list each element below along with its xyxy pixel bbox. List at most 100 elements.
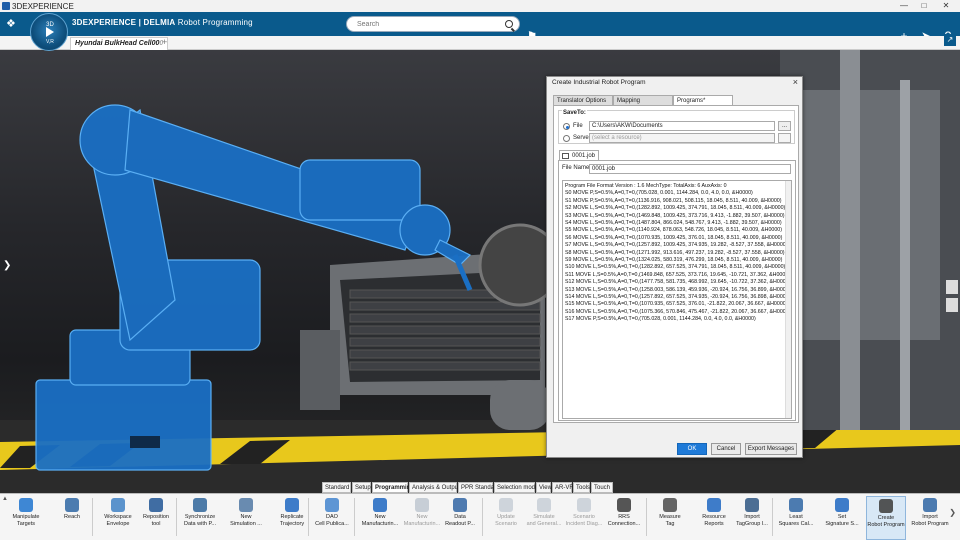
dialog-close-icon[interactable]: × xyxy=(793,77,798,87)
program-text-area[interactable]: Program File Format Version : 1.6 MechTy… xyxy=(562,180,792,419)
toolbar-more-icon[interactable]: ❯ xyxy=(949,508,956,517)
new-tab-icon[interactable]: + xyxy=(162,36,167,49)
search-box[interactable] xyxy=(346,16,520,32)
tool-update-scenario[interactable]: Update Scenario xyxy=(486,496,526,540)
tool-icon xyxy=(789,498,803,512)
ribbon-tab-analysis-output[interactable]: Analysis & Output xyxy=(409,482,460,493)
compass-widget[interactable]: 3D V,R xyxy=(30,13,68,51)
tool-icon xyxy=(149,498,163,512)
save-to-label: SaveTo: xyxy=(562,110,587,116)
search-input[interactable] xyxy=(355,19,505,30)
tool-resource-reports[interactable]: Resource Reports xyxy=(694,496,734,540)
tool-dao-cell-publica[interactable]: DAO Cell Publica... xyxy=(312,496,352,540)
tool-label-line2: Incident Diag... xyxy=(565,520,603,527)
tool-data-readout-p[interactable]: Data Readout P... xyxy=(440,496,480,540)
tool-icon xyxy=(19,498,33,512)
tool-synchronize-data-with-p[interactable]: Synchronize Data with P... xyxy=(180,496,220,540)
document-tab-label: Hyundai BulkHead Cell00 xyxy=(75,40,160,47)
play-icon[interactable] xyxy=(46,27,54,37)
tool-icon xyxy=(193,498,207,512)
tool-icon xyxy=(239,498,253,512)
tool-label-line1: Reach xyxy=(64,514,80,520)
tool-replicate-trajectory[interactable]: Replicate Trajectory xyxy=(272,496,312,540)
program-line: S6 MOVE L,S=0.5%,A=0,T=0,(1070.935, 1009… xyxy=(565,234,783,241)
program-line: S13 MOVE L,S=0.5%,A=0,T=0,(1258.003, 586… xyxy=(565,286,791,293)
tool-icon xyxy=(707,498,721,512)
tool-workspace-envelope[interactable]: Workspace Envelope xyxy=(98,496,138,540)
file-path-field[interactable]: C:\Users\AKW\Documents xyxy=(589,121,775,131)
tool-icon xyxy=(325,498,339,512)
scene-graphic xyxy=(0,50,960,493)
tool-import-taggroup-i[interactable]: Import TagGroup I... xyxy=(732,496,772,540)
ok-button[interactable]: OK xyxy=(677,443,707,455)
tool-create-robot-program[interactable]: Create Robot Program xyxy=(866,496,906,540)
program-line: S14 MOVE L,S=0.5%,A=0,T=0,(1257.892, 657… xyxy=(565,294,791,300)
file-radio-label: File xyxy=(573,123,583,129)
app-logo-icon xyxy=(2,2,10,10)
document-tab[interactable]: Hyundai BulkHead Cell000 xyxy=(70,37,169,50)
tool-icon xyxy=(499,498,513,512)
tool-new-manufacturin[interactable]: New Manufacturin... xyxy=(402,496,442,540)
tool-rrs-connection[interactable]: RRS Connection... xyxy=(604,496,644,540)
tool-label-line2: Cell Publica... xyxy=(315,520,349,527)
ribbon-tab-programming[interactable]: Programming xyxy=(372,482,414,493)
file-name-field[interactable]: 0001.job xyxy=(589,164,791,174)
tool-scenario-incident-diag[interactable]: Scenario Incident Diag... xyxy=(564,496,604,540)
server-radio[interactable] xyxy=(563,135,570,142)
ribbon-tab-setup[interactable]: Setup xyxy=(352,482,371,493)
tool-label-line2: Envelope xyxy=(106,520,130,527)
close-window-icon[interactable]: ✕ xyxy=(936,0,956,12)
toolbar-separator xyxy=(646,498,647,536)
3d-viewport[interactable]: ❯ xyxy=(0,50,960,493)
expand-panel-icon[interactable]: ❯ xyxy=(3,260,11,271)
expand-icon[interactable]: ↗ xyxy=(944,34,956,46)
browse-button[interactable]: ... xyxy=(778,121,791,131)
minimize-icon[interactable]: — xyxy=(894,0,914,12)
tool-reach[interactable]: Reach xyxy=(52,496,92,540)
program-scrollbar[interactable] xyxy=(785,181,791,418)
tool-set-signature-s[interactable]: Set Signature S... xyxy=(822,496,862,540)
tool-new-simulation[interactable]: New Simulation ... xyxy=(226,496,266,540)
tool-manipulate-targets[interactable]: Manipulate Targets xyxy=(6,496,46,540)
program-line: S2 MOVE L,S=0.5%,A=0,T=0,(1282.892, 1009… xyxy=(565,205,786,212)
tool-icon xyxy=(415,498,429,512)
tool-measure-tag[interactable]: Measure Tag xyxy=(650,496,690,540)
tool-label-line2: Manufacturin... xyxy=(361,520,399,527)
tool-icon xyxy=(537,498,551,512)
toolbar-separator xyxy=(772,498,773,536)
search-icon[interactable] xyxy=(505,20,513,28)
export-messages-button[interactable]: Export Messages xyxy=(745,443,797,455)
ribbon-tab-selection-mode[interactable]: Selection mode xyxy=(494,482,538,493)
toolbar-separator xyxy=(482,498,483,536)
tool-least-squares-cal[interactable]: Least Squares Cal... xyxy=(776,496,816,540)
maximize-icon[interactable]: □ xyxy=(914,0,934,12)
program-line: S12 MOVE L,S=0.5%,A=0,T=0,(1477.758, 581… xyxy=(565,279,791,286)
file-radio[interactable] xyxy=(563,123,570,130)
tool-icon xyxy=(373,498,387,512)
program-line: S5 MOVE L,S=0.5%,A=0,T=0,(1140.924, 878.… xyxy=(565,227,782,234)
toolbar-separator xyxy=(308,498,309,536)
tool-reposition-tool[interactable]: Reposition tool xyxy=(136,496,176,540)
tool-import-robot-program[interactable]: Import Robot Program xyxy=(910,496,950,540)
ribbon-tab-tools[interactable]: Tools xyxy=(573,482,590,493)
tool-icon xyxy=(65,498,79,512)
tool-new-manufacturin[interactable]: New Manufacturin... xyxy=(360,496,400,540)
ribbon-tab-view[interactable]: View xyxy=(536,482,552,493)
tool-icon xyxy=(835,498,849,512)
document-tab-bar: Hyundai BulkHead Cell000 + ↗ xyxy=(0,34,960,50)
program-line: S15 MOVE L,S=0.5%,A=0,T=0,(1070.935, 657… xyxy=(565,301,788,308)
program-line: S1 MOVE P,S=0.5%,A=0,T=0,(1136.916, 908.… xyxy=(565,197,782,204)
cancel-button[interactable]: Cancel xyxy=(711,443,741,455)
tool-icon xyxy=(285,498,299,512)
server-field[interactable]: (select a resource) xyxy=(589,133,775,143)
ribbon-tab-ppr-standard[interactable]: PPR Standard xyxy=(458,482,499,493)
server-browse-button[interactable] xyxy=(778,133,791,143)
tool-simulate-and-general[interactable]: Simulate and General... xyxy=(524,496,564,540)
ribbon-tab-touch[interactable]: Touch xyxy=(591,482,613,493)
toolbar-left-icon[interactable]: ▲ xyxy=(2,496,8,502)
ribbon-tab-ar-vr[interactable]: AR-VR xyxy=(552,482,574,493)
tool-label-line2: tool xyxy=(151,520,161,527)
tool-label-line2: Data with P... xyxy=(184,520,216,527)
ds-logo-icon[interactable]: ❖ xyxy=(6,17,16,30)
ribbon-tab-standard[interactable]: Standard xyxy=(322,482,351,493)
